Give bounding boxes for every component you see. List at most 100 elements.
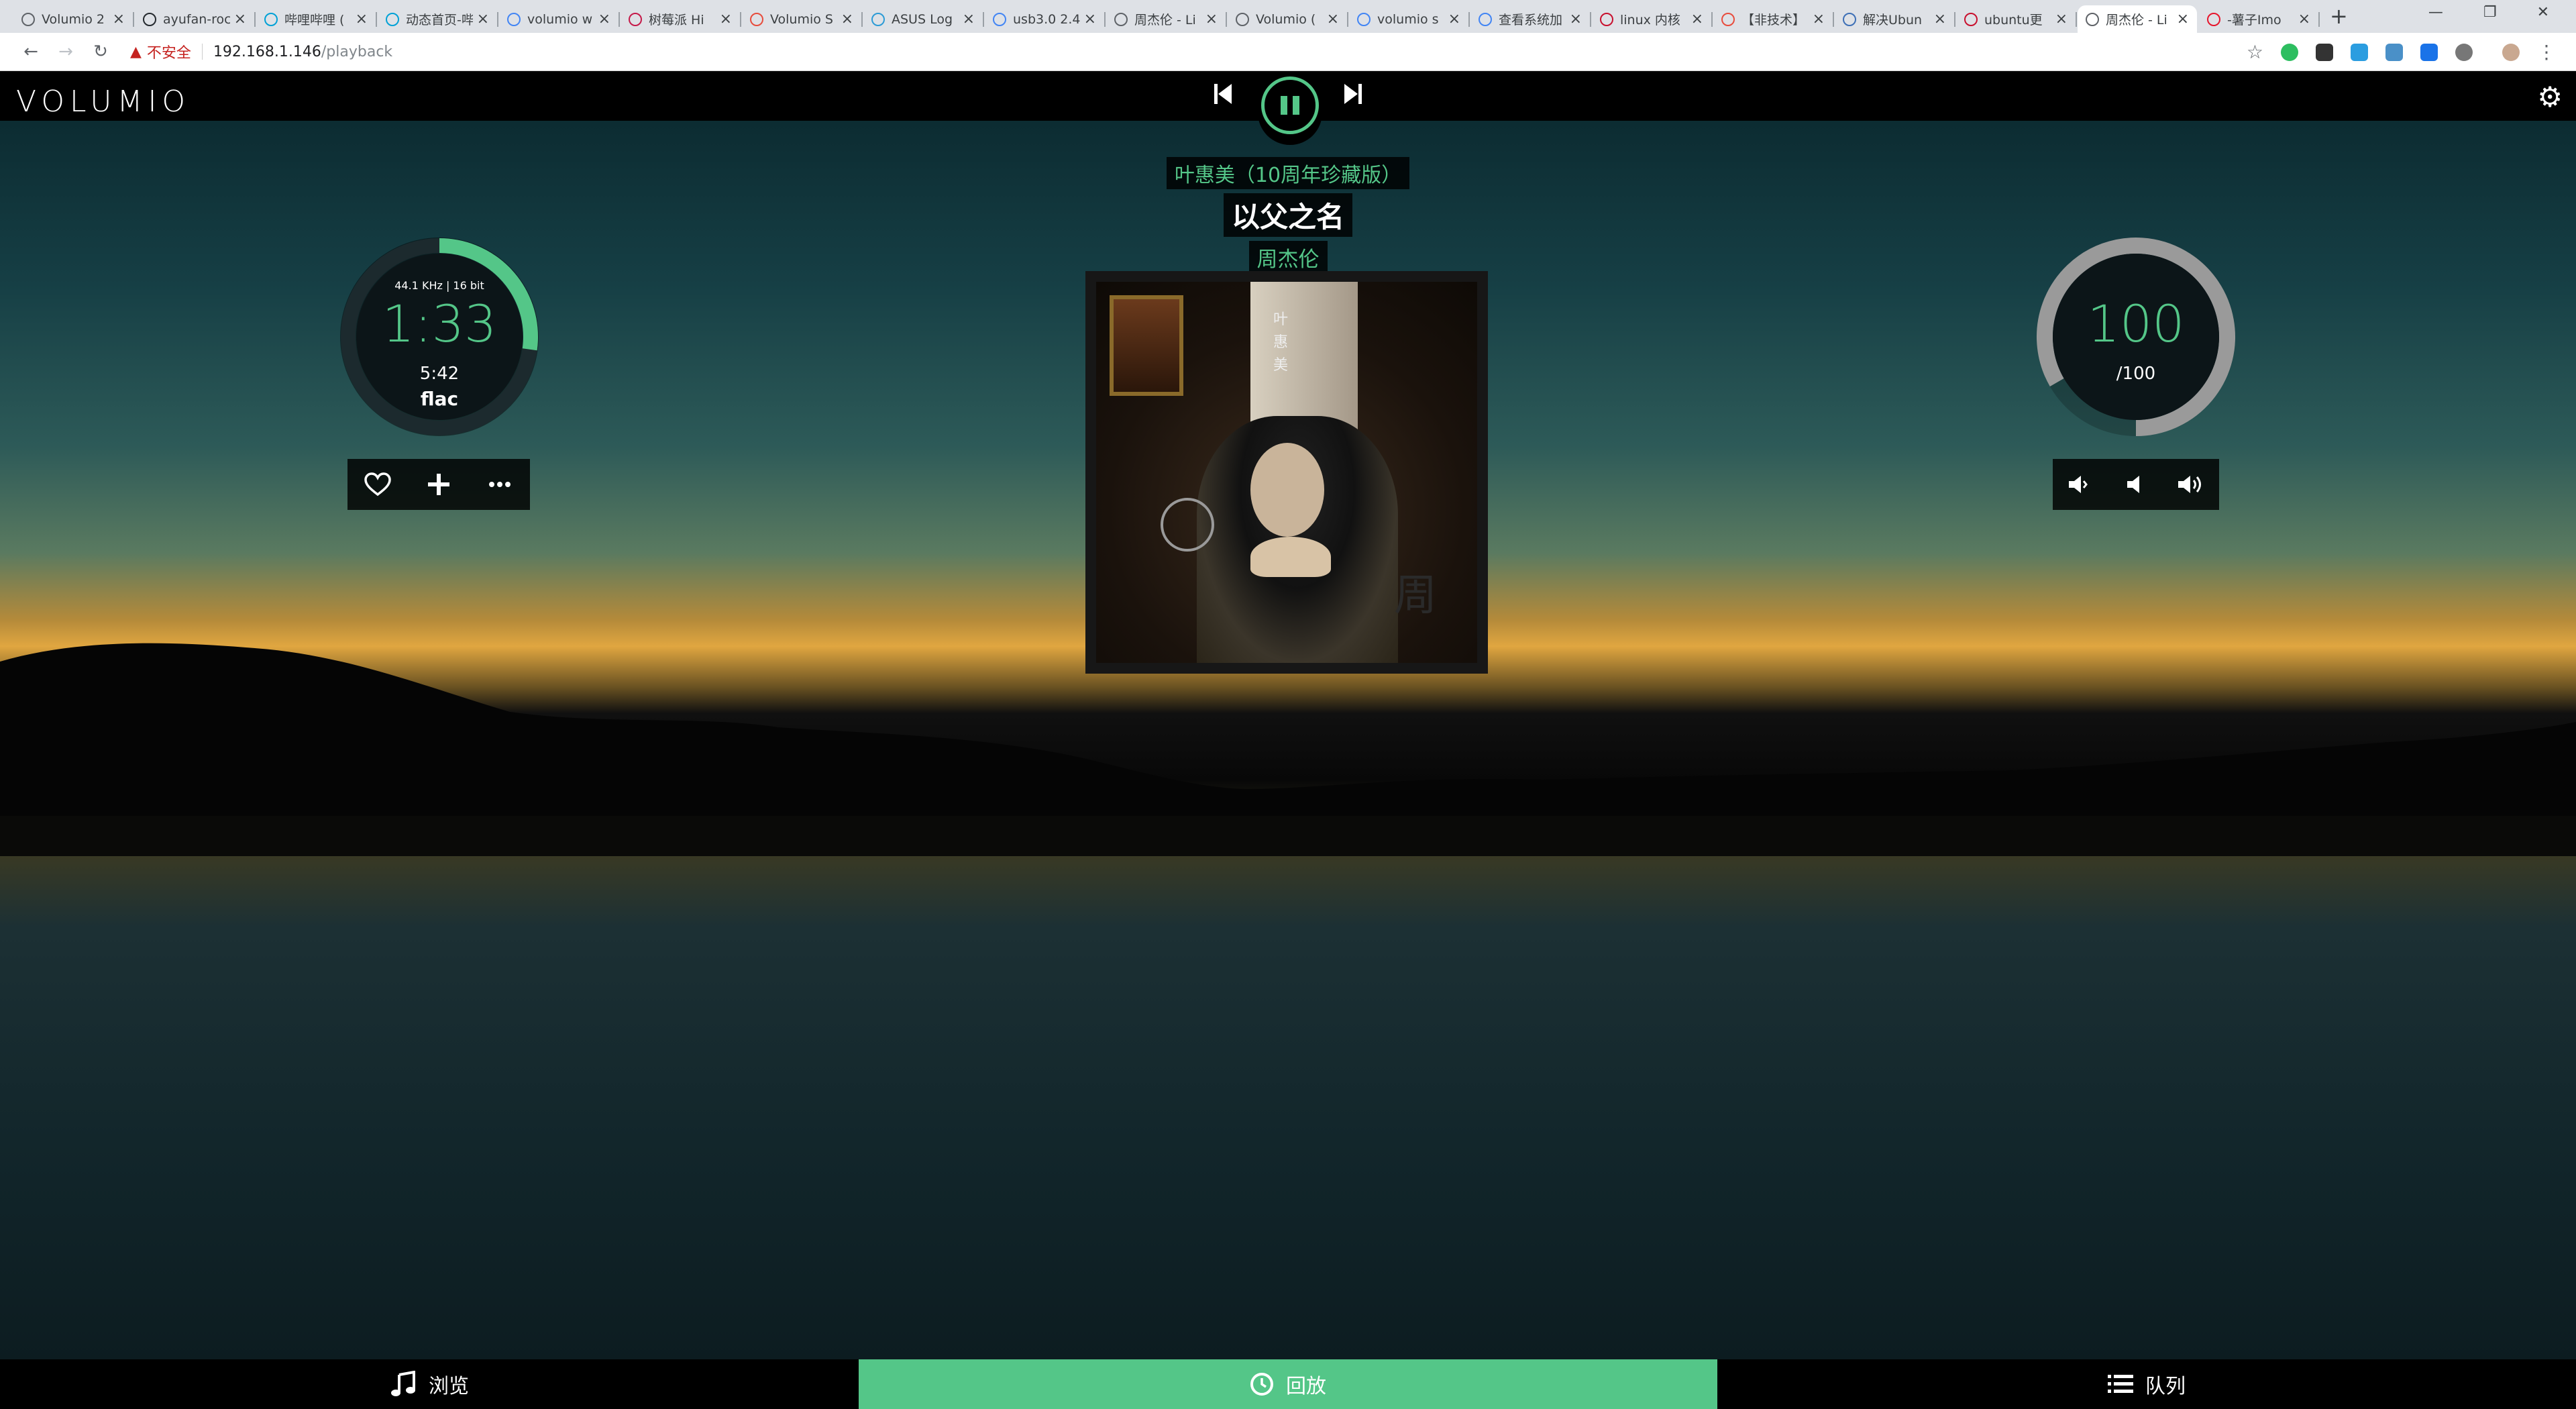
- transport-controls: [1194, 71, 1382, 152]
- browser-tab[interactable]: 动态首页-哔 ×: [378, 5, 498, 33]
- volumio-logo[interactable]: VOLUMIO: [16, 85, 191, 119]
- tab-title: 动态首页-哔: [406, 13, 473, 28]
- add-to-playlist-button[interactable]: [419, 474, 459, 495]
- tab-close-icon[interactable]: ×: [1327, 11, 1339, 28]
- tab-close-icon[interactable]: ×: [1084, 11, 1096, 28]
- new-tab-button[interactable]: +: [2330, 3, 2348, 29]
- address-bar: ← → ↻ ▲ 不安全 192.168.1.146/playback ☆ ⋮: [0, 33, 2576, 71]
- browser-tab[interactable]: linux 内核 ×: [1592, 5, 1713, 33]
- tab-close-icon[interactable]: ×: [1934, 11, 1946, 28]
- tab-close-icon[interactable]: ×: [720, 11, 732, 28]
- tab-title: Volumio 2: [42, 11, 105, 27]
- tab-title: usb3.0 2.4: [1013, 11, 1080, 27]
- favorite-button[interactable]: [358, 472, 398, 497]
- extension-evernote-icon[interactable]: [2281, 43, 2298, 61]
- browser-tab[interactable]: 查看系统加 ×: [1470, 5, 1591, 33]
- extension-badge-icon[interactable]: [2316, 43, 2333, 61]
- tab-close-icon[interactable]: ×: [477, 11, 489, 28]
- extension-feather-icon[interactable]: [2351, 43, 2368, 61]
- tab-close-icon[interactable]: ×: [1570, 11, 1582, 28]
- browser-tab[interactable]: 【非技术】 ×: [1713, 5, 1834, 33]
- nav-browse[interactable]: 浏览: [0, 1359, 859, 1409]
- nav-queue[interactable]: 队列: [1717, 1359, 2576, 1409]
- tab-favicon-icon: [1600, 12, 1613, 26]
- tab-title: 解决Ubun: [1863, 13, 1923, 28]
- tab-close-icon[interactable]: ×: [113, 11, 125, 28]
- forward-icon[interactable]: →: [48, 42, 83, 62]
- browser-tab[interactable]: -薯子Imo ×: [2199, 5, 2320, 33]
- browser-tab[interactable]: 哔哩哔哩 (×: [256, 5, 377, 33]
- volume-down-button[interactable]: [2116, 474, 2156, 494]
- browser-tab[interactable]: ayufan-rock×: [135, 5, 256, 33]
- pause-ring: [1261, 76, 1319, 134]
- clock-icon: [1250, 1373, 1273, 1396]
- skip-forward-icon: [1344, 84, 1362, 104]
- settings-gear-icon[interactable]: ⚙: [2537, 81, 2563, 113]
- tab-favicon-icon: [2086, 12, 2099, 26]
- next-track-button[interactable]: [1344, 83, 1362, 110]
- tab-close-icon[interactable]: ×: [2298, 11, 2310, 28]
- minimize-icon[interactable]: —: [2428, 4, 2443, 21]
- browser-tab[interactable]: Volumio (×: [1228, 5, 1348, 33]
- warning-icon: ▲: [130, 43, 142, 60]
- tab-favicon-icon: [386, 12, 399, 26]
- tab-close-icon[interactable]: ×: [356, 11, 368, 28]
- speaker-mute-icon: [2069, 476, 2088, 493]
- browser-tab[interactable]: 树莓派 Hi ×: [621, 5, 741, 33]
- tab-favicon-icon: [1721, 12, 1735, 26]
- tab-close-icon[interactable]: ×: [1448, 11, 1460, 28]
- url-field[interactable]: ▲ 不安全 192.168.1.146/playback: [130, 41, 392, 62]
- close-window-icon[interactable]: ✕: [2537, 4, 2549, 21]
- tab-title: 周杰伦 - Li: [2106, 13, 2167, 28]
- tab-favicon-icon: [1479, 12, 1492, 26]
- browser-tab[interactable]: volumio s ×: [1349, 5, 1470, 33]
- browser-tab[interactable]: ubuntu更 ×: [1956, 5, 2077, 33]
- time-dial[interactable]: 44.1 KHz | 16 bit 1:33 5:42 flac: [332, 229, 547, 444]
- browser-tab[interactable]: ASUS Log ×: [863, 5, 984, 33]
- back-icon[interactable]: ←: [13, 42, 48, 62]
- nav-playback-label: 回放: [1286, 1375, 1326, 1398]
- tab-favicon-icon: [507, 12, 521, 26]
- mute-button[interactable]: [2060, 474, 2100, 494]
- tab-title: ubuntu更: [1984, 13, 2043, 28]
- profile-avatar[interactable]: [2502, 43, 2520, 61]
- tab-close-icon[interactable]: ×: [2177, 11, 2189, 28]
- tab-close-icon[interactable]: ×: [1691, 11, 1703, 28]
- tab-close-icon[interactable]: ×: [1813, 11, 1825, 28]
- previous-track-button[interactable]: [1214, 83, 1232, 110]
- browser-tab[interactable]: 周杰伦 - Li ×: [2078, 5, 2197, 33]
- extension-mask-icon[interactable]: [2455, 43, 2473, 61]
- window-controls: — ❐ ✕: [2428, 4, 2549, 21]
- browser-tab[interactable]: 解决Ubun ×: [1835, 5, 1955, 33]
- play-pause-button[interactable]: [1258, 71, 1322, 145]
- tab-close-icon[interactable]: ×: [598, 11, 610, 28]
- bookmark-star-icon[interactable]: ☆: [2247, 41, 2263, 63]
- browser-tab[interactable]: Volumio S ×: [742, 5, 863, 33]
- elapsed-time: 1:33: [382, 294, 497, 354]
- heart-icon: [364, 472, 392, 497]
- extension-translate-icon[interactable]: [2420, 43, 2438, 61]
- tab-close-icon[interactable]: ×: [2055, 11, 2068, 28]
- volume-dial[interactable]: 100 /100: [2029, 229, 2243, 444]
- tab-close-icon[interactable]: ×: [234, 11, 246, 28]
- extension-cast-icon[interactable]: [2385, 43, 2403, 61]
- reload-icon[interactable]: ↻: [83, 42, 118, 62]
- volume-up-button[interactable]: [2171, 474, 2212, 494]
- tab-close-icon[interactable]: ×: [841, 11, 853, 28]
- browser-tab[interactable]: usb3.0 2.4 ×: [985, 5, 1106, 33]
- nav-playback[interactable]: 回放: [859, 1359, 1717, 1409]
- tab-favicon-icon: [629, 12, 642, 26]
- artist-name[interactable]: 周杰伦: [1248, 241, 1328, 274]
- tab-title: 【非技术】: [1741, 13, 1806, 28]
- browser-tab[interactable]: 周杰伦 - Li ×: [1106, 5, 1227, 33]
- browser-tab[interactable]: Volumio 2 ×: [13, 5, 134, 33]
- tab-close-icon[interactable]: ×: [1205, 11, 1218, 28]
- browser-tab[interactable]: volumio w ×: [499, 5, 620, 33]
- menu-dots-icon[interactable]: ⋮: [2537, 41, 2556, 63]
- speaker-low-icon: [2127, 476, 2139, 493]
- restore-icon[interactable]: ❐: [2483, 4, 2497, 21]
- album-name[interactable]: 叶惠美（10周年珍藏版）: [1166, 157, 1410, 189]
- divider: [201, 44, 203, 60]
- more-options-button[interactable]: [480, 481, 520, 488]
- tab-close-icon[interactable]: ×: [963, 11, 975, 28]
